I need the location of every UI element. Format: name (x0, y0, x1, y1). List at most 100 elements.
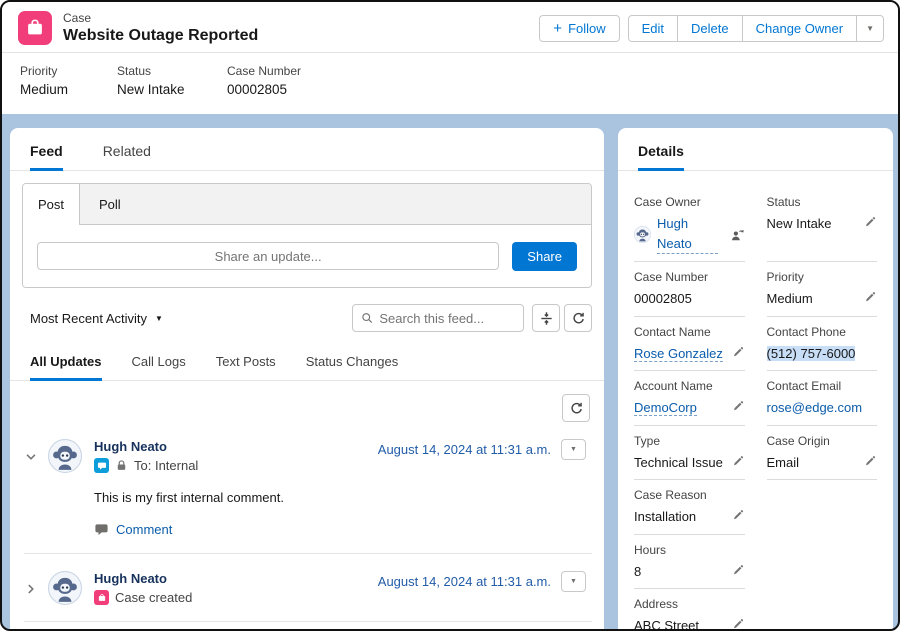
details-fields: Case Owner Hugh Neato Status New Intake (618, 171, 893, 631)
subtab-status-changes[interactable]: Status Changes (306, 354, 399, 380)
feed-controls-row: Most Recent Activity ▼ (10, 288, 604, 332)
empty-cell (767, 535, 878, 590)
feed-item-menu-button[interactable]: ▼ (561, 439, 586, 460)
edit-button[interactable]: Edit (628, 15, 678, 42)
timestamp-link[interactable]: August 14, 2024 at 11:31 a.m. (378, 442, 551, 457)
record-actions: + Follow Edit Delete Change Owner ▼ (539, 15, 884, 42)
post-type-icon (94, 458, 109, 473)
empty-cell (767, 480, 878, 535)
refresh-feed-button[interactable] (564, 304, 592, 332)
refresh-list-button[interactable] (562, 394, 590, 422)
field-account-name: Account Name DemoCorp (634, 371, 745, 426)
chevron-down-icon: ▼ (866, 24, 874, 33)
field-type: Type Technical Issue (634, 426, 745, 481)
divider (24, 621, 592, 622)
tab-details[interactable]: Details (638, 143, 684, 170)
subtab-call-logs[interactable]: Call Logs (132, 354, 186, 380)
page-header: Case Website Outage Reported + Follow Ed… (2, 2, 898, 52)
change-owner-button[interactable]: Change Owner (743, 15, 857, 42)
chevron-down-icon: ▼ (570, 578, 577, 585)
collapse-all-icon (539, 311, 554, 326)
feed-item-content: Hugh Neato Case created August 14, 2024 … (94, 571, 586, 605)
briefcase-icon (97, 593, 107, 603)
feed-item-menu-button[interactable]: ▼ (561, 571, 586, 592)
field-case-number: Case Number 00002805 (634, 262, 745, 317)
change-owner-icon[interactable] (730, 227, 745, 242)
more-actions-button[interactable]: ▼ (857, 15, 884, 42)
comment-action[interactable]: Comment (94, 522, 586, 537)
tab-feed[interactable]: Feed (30, 143, 63, 170)
edit-icon[interactable] (731, 453, 745, 467)
sort-dropdown[interactable]: Most Recent Activity ▼ (30, 311, 163, 326)
field-case-origin: Case Origin Email (767, 426, 878, 481)
feed-search-input[interactable] (379, 311, 515, 326)
field-contact-phone: Contact Phone (512) 757-6000 (767, 317, 878, 372)
feed-panel: Feed Related Post Poll Share Most Recent… (10, 128, 604, 629)
field-status: Status New Intake (767, 187, 878, 262)
chevron-right-icon (24, 582, 38, 596)
feed-item-internal-comment: Hugh Neato To: Internal August 14, 2024 … (10, 422, 604, 537)
feed-item-header: Hugh Neato To: Internal August 14, 2024 … (94, 439, 586, 473)
expand-item-toggle[interactable] (24, 571, 48, 605)
highlights-panel: Priority Medium Status New Intake Case N… (2, 52, 898, 114)
chevron-down-icon (24, 450, 38, 464)
refresh-icon (569, 401, 584, 416)
feed-item-controls: August 14, 2024 at 11:31 a.m. ▼ (368, 439, 586, 460)
author-link[interactable]: Hugh Neato (94, 439, 198, 454)
feed-item-content: Hugh Neato To: Internal August 14, 2024 … (94, 439, 586, 537)
edit-icon[interactable] (731, 507, 745, 521)
edit-icon[interactable] (731, 398, 745, 412)
delete-button[interactable]: Delete (678, 15, 743, 42)
plus-icon: + (553, 21, 562, 36)
tab-related[interactable]: Related (103, 143, 151, 170)
edit-icon[interactable] (731, 562, 745, 576)
feed-item-author-block: Hugh Neato To: Internal (94, 439, 198, 473)
edit-icon[interactable] (863, 214, 877, 228)
subtab-text-posts[interactable]: Text Posts (216, 354, 276, 380)
case-object-icon (18, 11, 52, 45)
edit-icon[interactable] (731, 344, 745, 358)
feed-search-box[interactable] (352, 304, 524, 332)
timestamp-link[interactable]: August 14, 2024 at 11:31 a.m. (378, 574, 551, 589)
collapse-all-button[interactable] (532, 304, 560, 332)
feed-item-body: This is my first internal comment. (94, 490, 586, 505)
avatar (48, 439, 82, 473)
case-event-icon (94, 590, 109, 605)
event-label: Case created (115, 590, 192, 605)
highlight-case-number: Case Number 00002805 (227, 64, 301, 97)
contact-email-link[interactable]: rose@edge.com (767, 400, 863, 415)
share-button[interactable]: Share (512, 242, 577, 271)
feed-tabset: Feed Related (10, 128, 604, 171)
empty-cell (767, 589, 878, 631)
feed-item-header: Hugh Neato Case created August 14, 2024 … (94, 571, 586, 605)
collapse-item-toggle[interactable] (24, 439, 48, 537)
account-name-link[interactable]: DemoCorp (634, 400, 697, 416)
chevron-down-icon: ▼ (570, 446, 577, 453)
tab-poll[interactable]: Poll (80, 184, 591, 225)
feed-item-case-created: Hugh Neato Case created August 14, 2024 … (10, 554, 604, 605)
main-content: Feed Related Post Poll Share Most Recent… (2, 114, 898, 629)
feed-item-author-block: Hugh Neato Case created (94, 571, 192, 605)
action-button-group: Edit Delete Change Owner ▼ (628, 15, 884, 42)
contact-name-link[interactable]: Rose Gonzalez (634, 346, 723, 362)
composer-tabset: Post Poll (23, 184, 591, 225)
entity-label: Case (63, 11, 258, 25)
edit-icon[interactable] (863, 289, 877, 303)
share-update-input[interactable] (37, 242, 499, 270)
edit-icon[interactable] (731, 616, 745, 630)
record-header-card: Case Website Outage Reported + Follow Ed… (2, 2, 898, 114)
case-record-window: Case Website Outage Reported + Follow Ed… (0, 0, 900, 631)
record-titles: Case Website Outage Reported (63, 11, 258, 45)
field-contact-name: Contact Name Rose Gonzalez (634, 317, 745, 372)
author-link[interactable]: Hugh Neato (94, 571, 192, 586)
case-owner-link[interactable]: Hugh Neato (657, 214, 718, 254)
avatar (48, 571, 82, 605)
feed-item-meta: Case created (94, 590, 192, 605)
tab-post[interactable]: Post (23, 184, 80, 225)
edit-icon[interactable] (863, 453, 877, 467)
subtab-all-updates[interactable]: All Updates (30, 354, 102, 380)
field-contact-email: Contact Email rose@edge.com (767, 371, 878, 426)
phone-value-highlighted[interactable]: (512) 757-6000 (767, 346, 856, 361)
field-case-reason: Case Reason Installation (634, 480, 745, 535)
follow-button[interactable]: + Follow (539, 15, 619, 42)
